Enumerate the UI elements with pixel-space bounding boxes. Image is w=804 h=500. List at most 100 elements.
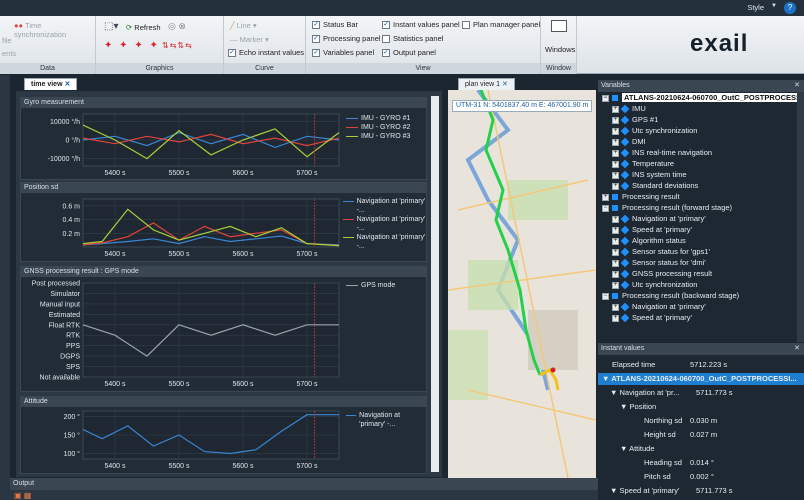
chart-title: Gyro measurement (21, 98, 426, 108)
expand-icon[interactable]: − (602, 292, 609, 300)
tree-item[interactable]: + Standard deviations (598, 180, 804, 191)
gnss-plot[interactable]: Post processed Simulator Manual input Estim… (21, 277, 428, 393)
zoom-icon[interactable]: ⬚▾ (104, 21, 118, 32)
tree-item[interactable]: − Processing result (forward stage) (598, 202, 804, 213)
expand-icon[interactable]: + (612, 314, 619, 322)
expand-icon[interactable]: + (612, 248, 619, 256)
help-icon[interactable]: ? (784, 2, 796, 14)
reset-view-icon[interactable]: ◎ ⊗ (168, 21, 186, 32)
attitude-chart: Attitude 200 ° 150 ° 100 ° 5400 s 5500 s 5600… (20, 396, 427, 474)
expand-icon[interactable]: + (612, 160, 619, 168)
view-group: ✓ Status Bar ✓ Processing panel ✓ Variables… (306, 16, 541, 74)
style-menu[interactable]: Style (747, 3, 764, 12)
tree-item[interactable]: + Utc synchronization (598, 125, 804, 136)
expand-icon[interactable]: + (612, 171, 619, 179)
close-icon[interactable]: ✕ (502, 81, 508, 88)
plan-manager-checkbox[interactable]: Plan manager panel (462, 20, 540, 29)
y-tick-label: Float RTK (49, 322, 81, 329)
attitude-row[interactable]: ▼ Attitude (598, 443, 804, 455)
chevron-down-icon[interactable]: ▼ (771, 3, 777, 9)
expand-icon[interactable]: + (612, 226, 619, 234)
tree-item[interactable]: + Utc synchronization (598, 279, 804, 290)
expand-icon[interactable]: + (612, 270, 619, 278)
tree-item[interactable]: + DMI (598, 136, 804, 147)
instant-root-row[interactable]: ▼ ATLANS-20210624-060700_OutC_POSTPROCES… (598, 373, 804, 385)
tree-item[interactable]: + Temperature (598, 158, 804, 169)
expand-icon[interactable]: + (602, 193, 609, 201)
tree-item[interactable]: + Navigation at 'primary' (598, 301, 804, 312)
variable-icon (620, 181, 630, 191)
tree-item[interactable]: − Processing result (backward stage) (598, 290, 804, 301)
tree-item[interactable]: + GPS #1 (598, 114, 804, 125)
expand-icon[interactable]: + (612, 237, 619, 245)
position-row[interactable]: ▼ Position (598, 401, 804, 413)
curve-group-label: Curve (224, 63, 305, 74)
expand-icon[interactable]: + (612, 303, 619, 311)
refresh-button[interactable]: ⟳ Refresh (126, 23, 161, 32)
clear-icon[interactable]: ▣ ▦ (14, 491, 31, 500)
tree-item-label: INS system time (632, 170, 687, 179)
tab-plan-view[interactable]: plan view 1 ✕ (458, 78, 515, 90)
instant-values-checkbox[interactable]: ✓ Instant values panel (382, 20, 460, 29)
expand-icon[interactable]: + (612, 116, 619, 124)
expand-icon[interactable]: − (602, 94, 609, 102)
y-tick-label: Manual input (40, 301, 80, 308)
y-tick-label: 0.6 m (62, 203, 80, 210)
data-group: ●● Time synchronization file ents Data (0, 16, 96, 74)
y-tick-label: Estimated (49, 312, 80, 319)
expand-icon[interactable]: + (612, 149, 619, 157)
expand-icon[interactable]: + (612, 259, 619, 267)
navigate-arrows-icon[interactable]: ✦ ✦ ✦ ✦ (104, 40, 160, 51)
tree-item[interactable]: + Sensor status for 'gps1' (598, 246, 804, 257)
variables-panel-checkbox[interactable]: ✓ Variables panel (312, 48, 374, 57)
tree-item[interactable]: + Sensor status for 'dmi' (598, 257, 804, 268)
tree-item[interactable]: + Navigation at 'primary' (598, 213, 804, 224)
tree-item[interactable]: + Algorithm status (598, 235, 804, 246)
speed-row[interactable]: ▼ Speed at 'primary' 5711.773 s (598, 485, 804, 497)
axis-zoom-icons[interactable]: ⇅⇆⇅⇆ (162, 41, 193, 50)
expand-icon[interactable]: + (612, 215, 619, 223)
nav-row[interactable]: ▼ Navigation at 'pr... 5711.773 s (598, 387, 804, 399)
events-menu-item[interactable]: ents (2, 49, 16, 58)
tree-item[interactable]: + GNSS processing result (598, 268, 804, 279)
map-canvas[interactable] (448, 90, 596, 478)
marker-dropdown[interactable]: — Marker ▾ (230, 35, 269, 44)
status-bar-checkbox[interactable]: ✓ Status Bar (312, 20, 358, 29)
close-icon[interactable]: ✕ (794, 80, 800, 92)
time-sync-button[interactable]: ●● Time synchronization (14, 21, 95, 39)
expand-icon[interactable]: + (612, 105, 619, 113)
tree-item[interactable]: + INS real-time navigation (598, 147, 804, 158)
x-tick-label: 5500 s (168, 251, 190, 258)
window-group: Windows Window (541, 16, 577, 74)
line-style-dropdown[interactable]: ╱ Line ▾ (230, 21, 257, 30)
tree-item[interactable]: + Processing result (598, 191, 804, 202)
tree-item[interactable]: + Speed at 'primary' (598, 224, 804, 235)
tree-item[interactable]: − ATLANS-20210624-060700_OutC_POSTPROCESS… (598, 92, 804, 103)
plan-view-map[interactable] (448, 90, 596, 478)
dataset-icon (612, 293, 618, 300)
statistics-panel-checkbox[interactable]: Statistics panel (382, 34, 443, 43)
tree-item-label: Processing result (backward stage) (622, 291, 740, 300)
tree-item[interactable]: + Speed at 'primary' (598, 312, 804, 323)
scrollbar[interactable] (797, 92, 804, 342)
expand-icon[interactable]: + (612, 127, 619, 135)
expand-icon[interactable]: + (612, 281, 619, 289)
tab-time-view[interactable]: time view ✕ (24, 78, 78, 90)
variables-panel: Variables ✕ − ATLANS-20210624-060700_OutC_… (598, 80, 804, 342)
output-panel-checkbox[interactable]: ✓ Output panel (382, 48, 436, 57)
expand-icon[interactable]: + (612, 182, 619, 190)
variables-tree: − ATLANS-20210624-060700_OutC_POSTPROCESS… (598, 92, 804, 323)
tree-item-label: GPS #1 (632, 115, 659, 124)
tree-item[interactable]: + INS system time (598, 169, 804, 180)
windows-button[interactable]: Windows (545, 45, 575, 54)
tree-item[interactable]: + IMU (598, 103, 804, 114)
expand-icon[interactable]: + (612, 138, 619, 146)
file-menu-item[interactable]: file (2, 36, 12, 45)
scrollbar[interactable] (431, 96, 439, 472)
close-icon[interactable]: ✕ (794, 343, 800, 355)
echo-instant-checkbox[interactable]: ✓ Echo instant values (228, 48, 304, 57)
processing-panel-checkbox[interactable]: ✓ Processing panel (312, 34, 381, 43)
expand-icon[interactable]: − (602, 204, 609, 212)
close-icon[interactable]: ✕ (64, 81, 70, 88)
windows-icon[interactable] (551, 20, 567, 32)
